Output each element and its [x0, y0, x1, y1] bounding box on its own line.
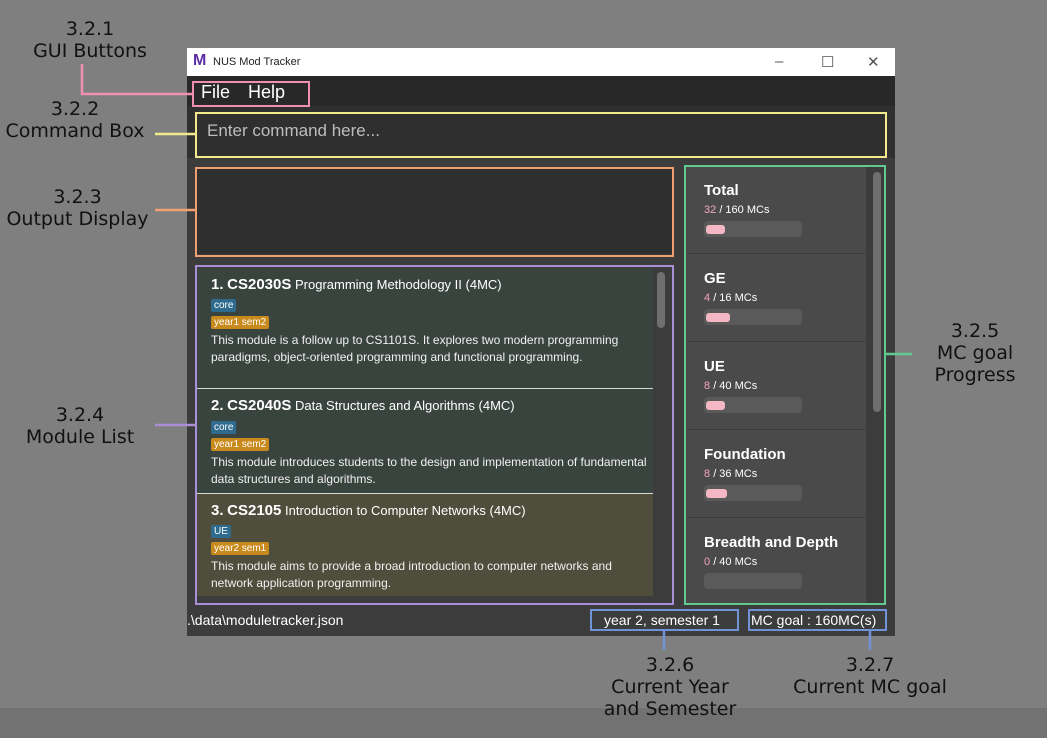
connector-lines [80, 64, 912, 650]
